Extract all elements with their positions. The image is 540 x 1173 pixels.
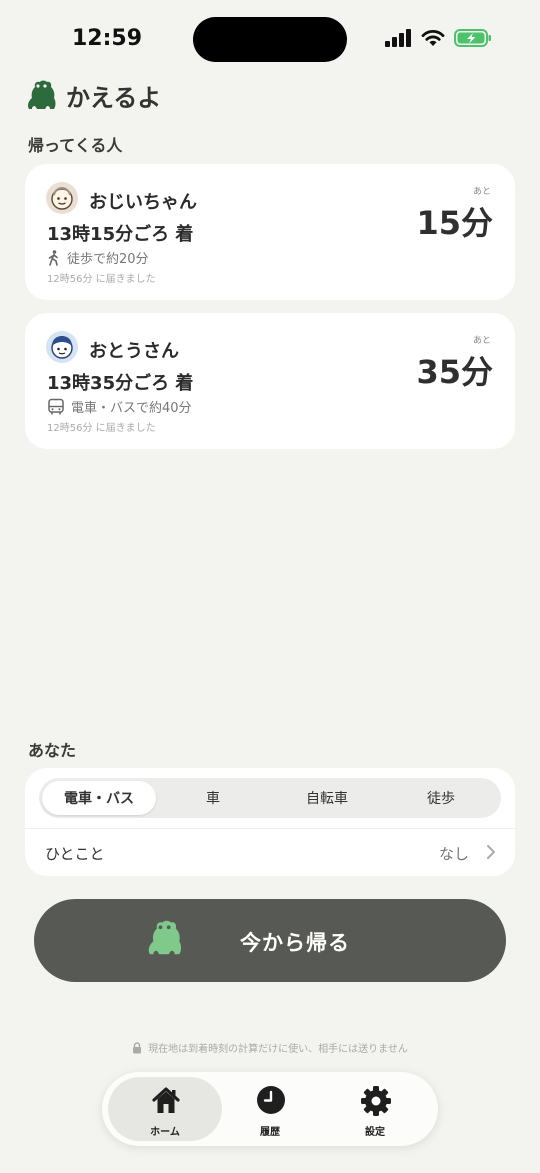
lock-icon bbox=[133, 1041, 142, 1053]
remain-label: あと bbox=[472, 187, 491, 197]
you-section-title: あなた bbox=[28, 741, 77, 760]
avatar-grandpa bbox=[46, 182, 78, 214]
tab-history[interactable]: 履歴 bbox=[213, 1077, 327, 1141]
status-time: 12:59 bbox=[72, 26, 143, 51]
returning-section-title: 帰ってくる人 bbox=[28, 136, 123, 155]
mode-option-walk[interactable]: 徒歩 bbox=[384, 781, 498, 815]
person-card-father[interactable]: おとうさん 13時35分ごろ 着 電車・バスで約40分 12時56分 に届きまし… bbox=[25, 313, 515, 449]
memo-label: ひとこと bbox=[45, 845, 105, 863]
remain-value: 15分 bbox=[416, 204, 493, 242]
go-home-button[interactable]: 今から帰る bbox=[34, 899, 506, 982]
travel-mode-text: 徒歩で約20分 bbox=[67, 252, 149, 267]
frog-icon bbox=[148, 920, 182, 955]
travel-mode-text: 電車・バスで約40分 bbox=[71, 401, 192, 416]
tab-label: ホーム bbox=[150, 1127, 180, 1138]
received-time: 12時56分 に届きました bbox=[47, 274, 156, 285]
go-home-label: 今から帰る bbox=[240, 931, 350, 955]
person-name: おとうさん bbox=[89, 341, 179, 362]
app-title: かえるよ bbox=[66, 84, 162, 112]
privacy-note: 現在地は到着時刻の計算だけに使い、相手には送りません bbox=[0, 1040, 540, 1055]
status-icons bbox=[385, 28, 492, 48]
wifi-icon bbox=[421, 30, 445, 46]
remain-label: あと bbox=[472, 336, 491, 346]
travel-mode-row: 徒歩で約20分 bbox=[47, 248, 149, 267]
person-name: おじいちゃん bbox=[89, 192, 197, 213]
signal-icon bbox=[385, 29, 411, 47]
remain-value: 35分 bbox=[416, 353, 493, 391]
memo-value: なし bbox=[438, 845, 469, 863]
tab-label: 設定 bbox=[365, 1127, 385, 1138]
status-bar: 12:59 bbox=[0, 0, 540, 80]
app-header: かえるよ bbox=[24, 78, 161, 113]
person-card-grandpa[interactable]: おじいちゃん 13時15分ごろ 着 徒歩で約20分 12時56分 に届きました … bbox=[25, 164, 515, 300]
arrival-time: 13時15分ごろ 着 bbox=[47, 224, 194, 245]
travel-mode-row: 電車・バスで約40分 bbox=[47, 397, 192, 416]
mode-option-bicycle[interactable]: 自転車 bbox=[270, 781, 384, 815]
bus-icon bbox=[48, 398, 64, 414]
mode-option-car[interactable]: 車 bbox=[156, 781, 270, 815]
frog-logo-icon bbox=[28, 80, 56, 109]
battery-charging-icon bbox=[454, 29, 491, 47]
home-icon bbox=[152, 1087, 180, 1113]
tab-label: 履歴 bbox=[260, 1127, 280, 1138]
travel-mode-selector: 電車・バス 車 自転車 徒歩 bbox=[39, 778, 501, 818]
chevron-right-icon bbox=[487, 845, 495, 859]
mode-option-train-bus[interactable]: 電車・バス bbox=[42, 781, 156, 815]
privacy-text: 現在地は到着時刻の計算だけに使い、相手には送りません bbox=[148, 1044, 408, 1055]
tab-settings[interactable]: 設定 bbox=[318, 1077, 432, 1141]
walk-icon bbox=[48, 249, 58, 266]
you-card: 電車・バス 車 自転車 徒歩 ひとこと なし bbox=[25, 768, 515, 876]
memo-row[interactable]: ひとこと なし bbox=[25, 829, 515, 876]
gear-icon bbox=[361, 1086, 391, 1116]
clock-icon bbox=[257, 1086, 285, 1114]
avatar-father bbox=[46, 331, 78, 363]
dynamic-island bbox=[193, 17, 347, 62]
tab-bar: ホーム 履歴 設定 bbox=[102, 1072, 438, 1146]
tab-home[interactable]: ホーム bbox=[108, 1077, 222, 1141]
received-time: 12時56分 に届きました bbox=[47, 423, 156, 434]
arrival-time: 13時35分ごろ 着 bbox=[47, 373, 194, 394]
